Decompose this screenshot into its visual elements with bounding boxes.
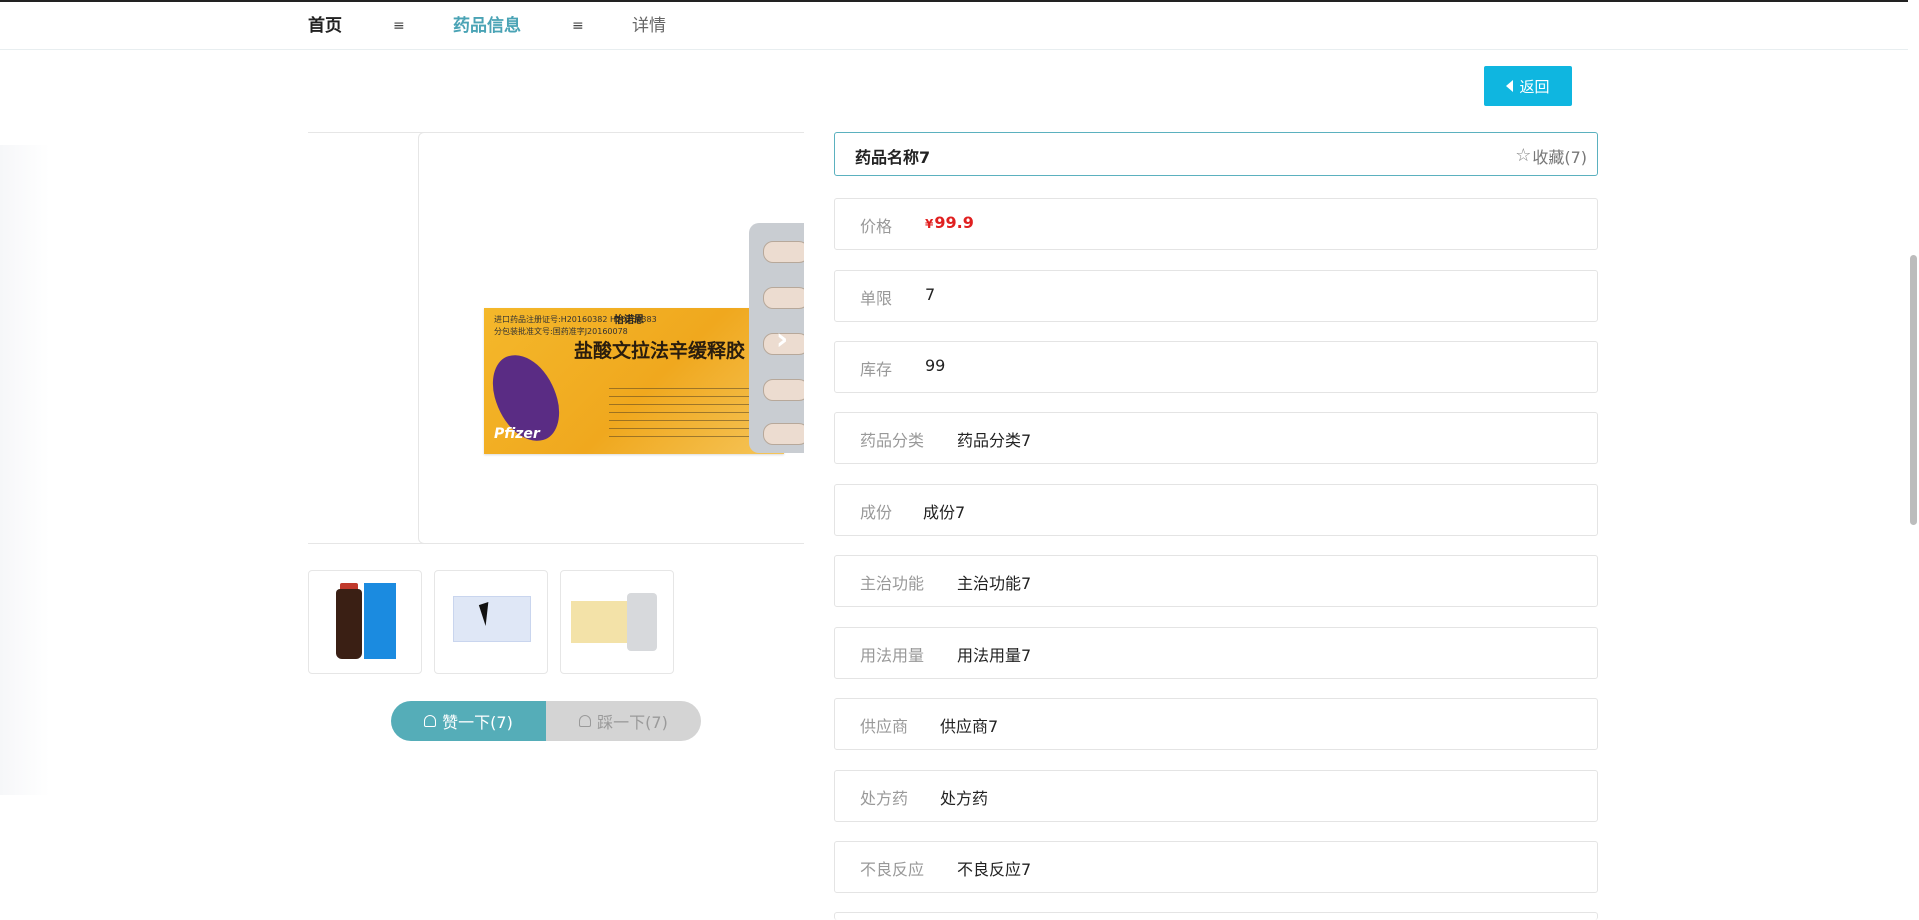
dislike-label: 踩一下(7) bbox=[597, 713, 668, 732]
field-category: 药品分类 药品分类7 bbox=[834, 412, 1598, 464]
product-image: 进口药品注册证号:H20160382 H20160383 分包装批准文号:国药准… bbox=[484, 308, 784, 454]
package-logo: Pfizer bbox=[494, 426, 540, 442]
breadcrumb-home[interactable]: 首页 bbox=[308, 15, 342, 37]
field-prescription: 处方药 处方药 bbox=[834, 770, 1598, 822]
field-limit: 单限 7 bbox=[834, 270, 1598, 322]
field-side-effects: 不良反应 不良反应7 bbox=[834, 841, 1598, 893]
thumbnail-3[interactable] bbox=[560, 570, 674, 674]
field-indications: 主治功能 主治功能7 bbox=[834, 555, 1598, 607]
vote-group: 赞一下(7) 踩一下(7) bbox=[391, 701, 701, 741]
field-value: 不良反应7 bbox=[957, 860, 1032, 879]
currency-symbol: ¥ bbox=[925, 217, 934, 231]
field-label: 用法用量 bbox=[860, 646, 925, 665]
back-button-label: 返回 bbox=[1519, 77, 1550, 96]
field-label: 成份 bbox=[860, 503, 893, 522]
thumbs-up-icon bbox=[424, 715, 437, 727]
field-supplier: 供应商 供应商7 bbox=[834, 698, 1598, 750]
thumbnail-1[interactable] bbox=[308, 570, 422, 674]
field-dosage: 用法用量 用法用量7 bbox=[834, 627, 1598, 679]
package-drug-name: 盐酸文拉法辛缓释胶 bbox=[574, 340, 746, 362]
image-carousel: 进口药品注册证号:H20160382 H20160383 分包装批准文号:国药准… bbox=[308, 132, 804, 544]
field-stock: 库存 99 bbox=[834, 341, 1598, 393]
package-brand: 怡诺思 bbox=[614, 315, 644, 326]
field-label: 药品分类 bbox=[860, 431, 925, 450]
product-title-box: 药品名称7 ☆ 收藏(7) bbox=[834, 132, 1598, 176]
field-value: 药品分类7 bbox=[957, 431, 1032, 450]
breadcrumb-separator-icon: ≡ bbox=[393, 18, 405, 34]
like-button[interactable]: 赞一下(7) bbox=[391, 701, 546, 741]
favorite-button[interactable]: ☆ 收藏(7) bbox=[1515, 144, 1587, 168]
breadcrumb: 首页 ≡ 药品信息 ≡ 详情 bbox=[0, 2, 1919, 50]
favorite-label: 收藏(7) bbox=[1532, 148, 1587, 167]
chevron-right-icon[interactable]: › bbox=[769, 323, 795, 357]
price-value: ¥99.9 bbox=[925, 213, 974, 232]
back-button[interactable]: 返回 bbox=[1484, 66, 1572, 106]
field-price: 价格 ¥99.9 bbox=[834, 198, 1598, 250]
dislike-button[interactable]: 踩一下(7) bbox=[546, 701, 701, 741]
field-ingredients: 成份 成份7 bbox=[834, 484, 1598, 536]
product-name: 药品名称7 bbox=[855, 148, 931, 167]
field-label: 主治功能 bbox=[860, 574, 925, 593]
star-outline-icon: ☆ bbox=[1515, 145, 1532, 166]
field-label: 处方药 bbox=[860, 789, 909, 808]
field-value: 主治功能7 bbox=[957, 574, 1032, 593]
thumbs-down-icon bbox=[579, 715, 592, 727]
field-label: 供应商 bbox=[860, 717, 909, 736]
field-value: 成份7 bbox=[923, 503, 966, 522]
field-value: 99 bbox=[925, 356, 946, 375]
carousel-slide-current: 进口药品注册证号:H20160382 H20160383 分包装批准文号:国药准… bbox=[418, 132, 804, 544]
breadcrumb-drug-info[interactable]: 药品信息 bbox=[453, 15, 521, 37]
field-label: 不良反应 bbox=[860, 860, 925, 879]
field-label: 库存 bbox=[860, 360, 893, 379]
like-label: 赞一下(7) bbox=[442, 713, 513, 732]
breadcrumb-detail: 详情 bbox=[632, 16, 666, 36]
breadcrumb-separator-icon: ≡ bbox=[572, 18, 584, 34]
field-value: 处方药 bbox=[940, 789, 989, 808]
field-value: 用法用量7 bbox=[957, 646, 1032, 665]
background-decoration bbox=[0, 145, 50, 795]
caret-left-icon bbox=[1506, 80, 1514, 92]
scrollbar-thumb[interactable] bbox=[1910, 255, 1917, 525]
field-label: 价格 bbox=[860, 217, 893, 236]
field-value: 7 bbox=[925, 285, 936, 304]
field-value: 供应商7 bbox=[940, 717, 999, 736]
field-label: 单限 bbox=[860, 289, 893, 308]
